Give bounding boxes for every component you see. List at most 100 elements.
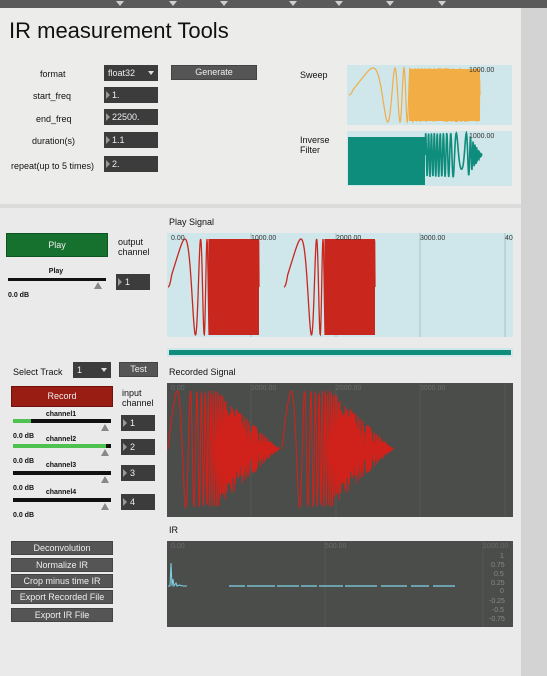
- inverse-label-line1: Inverse: [300, 135, 330, 145]
- recorded-tick: 2000.00: [336, 385, 361, 392]
- recorded-tick: 0.00: [171, 385, 185, 392]
- format-label: format: [40, 69, 66, 79]
- channel4-label: channel4: [45, 489, 77, 496]
- output-channel-input[interactable]: 1: [116, 274, 150, 290]
- ir-waveform[interactable]: 0.00 500.00 1000.00 1 0.75 0.5 0.25 0 -0…: [167, 541, 513, 627]
- play-signal-waveform[interactable]: 0.00 1000.00 2000.00 3000.00 40: [167, 233, 513, 337]
- track-value: 1: [77, 365, 83, 375]
- dropdown-arrow-icon[interactable]: [289, 1, 297, 6]
- inverse-tick: 1000.00: [469, 133, 494, 140]
- sweep-waveform[interactable]: 1000.00: [347, 65, 512, 125]
- play-gain-knob[interactable]: [94, 282, 102, 289]
- channel4-meter: [13, 498, 111, 502]
- play-gain-db: 0.0 dB: [8, 292, 30, 299]
- start-freq-input[interactable]: 1.: [104, 87, 158, 103]
- start-freq-label: start_freq: [33, 91, 72, 101]
- channel1-gain-knob[interactable]: [101, 424, 109, 431]
- output-channel-label-1: output: [118, 237, 144, 247]
- play-tick: 3000.00: [420, 235, 445, 242]
- ir-tick: 1000.00: [483, 543, 508, 550]
- inverse-wave-fill: [348, 137, 425, 185]
- dropdown-arrow-icon[interactable]: [169, 1, 177, 6]
- format-value: float32: [108, 68, 136, 78]
- ir-ytick: -0.75: [489, 616, 505, 623]
- window-edge: [521, 8, 547, 676]
- end-freq-label: end_freq: [36, 114, 72, 124]
- chevron-down-icon: [148, 71, 154, 75]
- export-ir-button[interactable]: Export IR File: [11, 608, 113, 622]
- play-wave-fill: [324, 239, 375, 335]
- channel1-label: channel1: [45, 411, 77, 418]
- play-gain-slider[interactable]: [8, 278, 106, 281]
- ir-ytick: -0.25: [489, 598, 505, 605]
- channel3-label: channel3: [45, 462, 77, 469]
- recorded-tick: 3000.00: [420, 385, 445, 392]
- input-channel-4[interactable]: 4: [121, 494, 155, 510]
- chevron-down-icon: [101, 368, 107, 372]
- ir-tick: 500.00: [325, 543, 347, 550]
- end-freq-input[interactable]: 22500.: [104, 109, 158, 125]
- play-wave-fill: [208, 239, 259, 335]
- sweep-tick: 1000.00: [469, 67, 494, 74]
- export-recorded-button[interactable]: Export Recorded File: [11, 590, 113, 604]
- input-channel-label-2: channel: [122, 398, 154, 408]
- recorded-signal-title: Recorded Signal: [169, 367, 236, 377]
- channel2-gain-knob[interactable]: [101, 449, 109, 456]
- normalize-ir-button[interactable]: Normalize IR: [11, 558, 113, 572]
- repeat-input[interactable]: 2.: [104, 156, 158, 172]
- record-button[interactable]: Record: [11, 386, 113, 407]
- play-tick: 40: [505, 235, 513, 242]
- recorded-signal-waveform[interactable]: 0.00 1000.00 2000.00 3000.00: [167, 383, 513, 517]
- top-toolbar: [0, 0, 547, 8]
- input-channel-2[interactable]: 2: [121, 439, 155, 455]
- ir-ytick: 0: [500, 588, 504, 595]
- dropdown-arrow-icon[interactable]: [386, 1, 394, 6]
- inverse-label-line2: Filter: [300, 145, 320, 155]
- channel3-gain-knob[interactable]: [101, 476, 109, 483]
- format-dropdown[interactable]: float32: [104, 65, 158, 81]
- output-channel-label-2: channel: [118, 247, 150, 257]
- channel1-meter: [13, 419, 111, 423]
- crop-ir-button[interactable]: Crop minus time IR: [11, 574, 113, 588]
- channel4-gain-knob[interactable]: [101, 503, 109, 510]
- repeat-label: repeat(up to 5 times): [11, 161, 95, 171]
- channel2-meter-fill: [13, 444, 107, 448]
- deconvolution-button[interactable]: Deconvolution: [11, 541, 113, 555]
- input-channel-label-1: input: [122, 388, 142, 398]
- play-progress-fill: [169, 350, 511, 355]
- sweep-wave-fill: [409, 69, 480, 121]
- dropdown-arrow-icon[interactable]: [220, 1, 228, 6]
- generate-button[interactable]: Generate: [171, 65, 257, 80]
- play-tick: 0.00: [171, 235, 185, 242]
- play-gain-label: Play: [48, 268, 64, 275]
- ir-ytick: 1: [500, 553, 504, 560]
- page-title: IR measurement Tools: [9, 18, 229, 43]
- input-channel-3[interactable]: 3: [121, 465, 155, 481]
- track-dropdown[interactable]: 1: [73, 362, 111, 378]
- ir-title: IR: [169, 525, 178, 535]
- play-tick: 2000.00: [336, 235, 361, 242]
- sweep-label: Sweep: [300, 70, 328, 80]
- play-progress-bar[interactable]: [167, 348, 513, 357]
- ir-ytick: 0.25: [491, 580, 505, 587]
- channel3-meter: [13, 471, 111, 475]
- duration-input[interactable]: 1.1: [104, 132, 158, 148]
- ir-ytick: 0.5: [494, 571, 504, 578]
- ir-tick: 0.00: [171, 543, 185, 550]
- input-channel-1[interactable]: 1: [121, 415, 155, 431]
- channel4-db: 0.0 dB: [13, 512, 35, 519]
- channel1-meter-fill: [13, 419, 31, 423]
- play-tick: 1000.00: [251, 235, 276, 242]
- duration-label: duration(s): [32, 136, 76, 146]
- play-button[interactable]: Play: [6, 233, 108, 257]
- dropdown-arrow-icon[interactable]: [438, 1, 446, 6]
- inverse-filter-waveform[interactable]: 1000.00: [347, 131, 512, 186]
- dropdown-arrow-icon[interactable]: [335, 1, 343, 6]
- ir-ytick: 0.75: [491, 562, 505, 569]
- recorded-tick: 1000.00: [251, 385, 276, 392]
- test-button[interactable]: Test: [119, 362, 158, 377]
- dropdown-arrow-icon[interactable]: [116, 1, 124, 6]
- ir-ytick: -0.5: [492, 607, 504, 614]
- ir-waveform-bg: [167, 541, 513, 627]
- channel2-label: channel2: [45, 436, 77, 443]
